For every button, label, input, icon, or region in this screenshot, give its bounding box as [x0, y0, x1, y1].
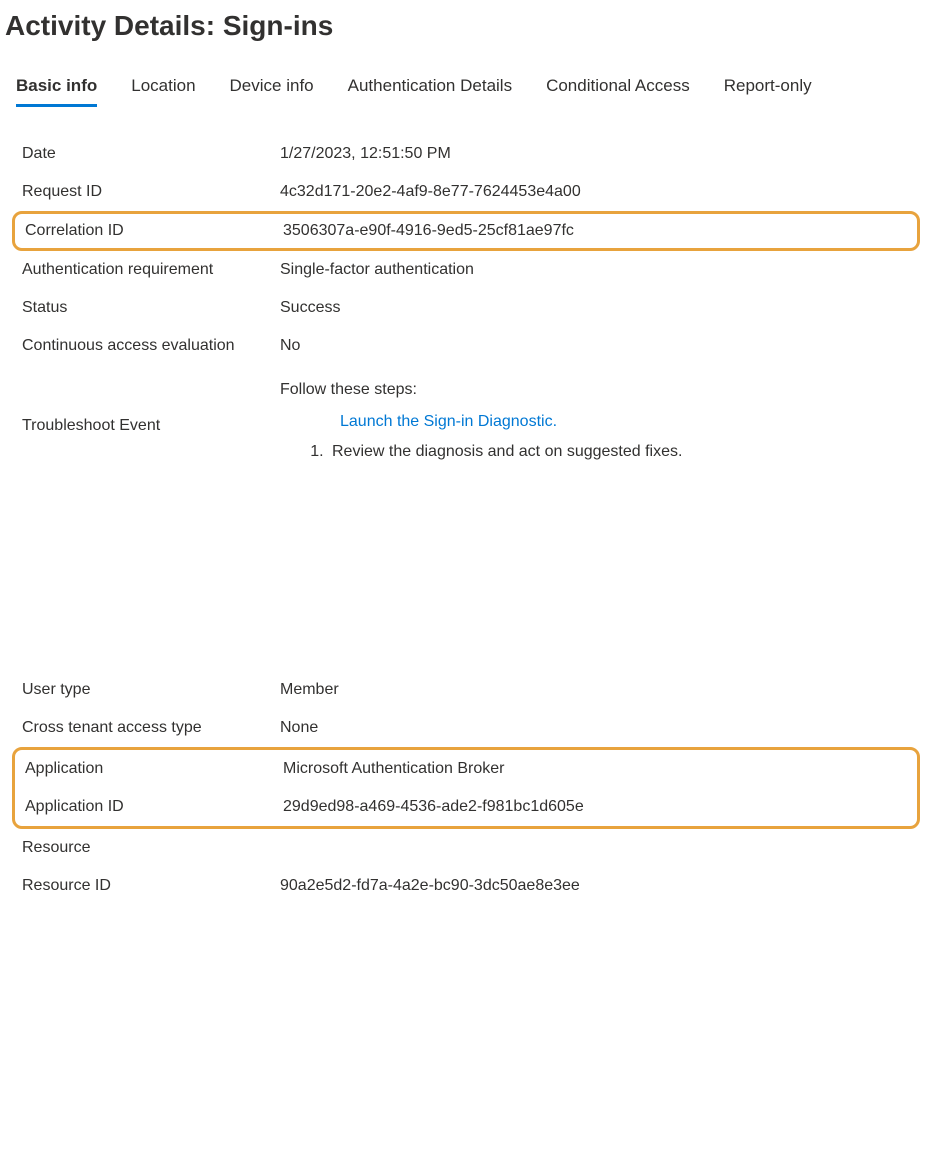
- value-request-id: 4c32d171-20e2-4af9-8e77-7624453e4a00: [280, 183, 581, 201]
- tab-basic-info[interactable]: Basic info: [16, 72, 97, 107]
- label-user-type: User type: [22, 681, 280, 699]
- page-title: Activity Details: Sign-ins: [0, 0, 932, 72]
- value-auth-requirement: Single-factor authentication: [280, 261, 474, 279]
- label-troubleshoot: Troubleshoot Event: [22, 381, 280, 435]
- row-application: Application Microsoft Authentication Bro…: [15, 750, 917, 788]
- row-application-id: Application ID 29d9ed98-a469-4536-ade2-f…: [15, 788, 917, 826]
- row-status: Status Success: [16, 289, 916, 327]
- troubleshoot-step-1: Review the diagnosis and act on suggeste…: [328, 443, 682, 461]
- row-troubleshoot: Troubleshoot Event Follow these steps: L…: [16, 371, 916, 471]
- row-date: Date 1/27/2023, 12:51:50 PM: [16, 135, 916, 173]
- value-correlation-id: 3506307a-e90f-4916-9ed5-25cf81ae97fc: [283, 222, 574, 240]
- troubleshoot-follow-text: Follow these steps:: [280, 381, 682, 399]
- tab-location[interactable]: Location: [131, 72, 195, 107]
- value-application-id: 29d9ed98-a469-4536-ade2-f981bc1d605e: [283, 798, 584, 816]
- row-auth-requirement: Authentication requirement Single-factor…: [16, 251, 916, 289]
- label-application: Application: [25, 760, 283, 778]
- label-request-id: Request ID: [22, 183, 280, 201]
- row-user-type: User type Member: [16, 671, 916, 709]
- label-correlation-id: Correlation ID: [25, 222, 283, 240]
- row-correlation-id: Correlation ID 3506307a-e90f-4916-9ed5-2…: [15, 214, 917, 248]
- value-cross-tenant: None: [280, 719, 318, 737]
- tab-conditional-access[interactable]: Conditional Access: [546, 72, 690, 107]
- value-application: Microsoft Authentication Broker: [283, 760, 504, 778]
- tab-device-info[interactable]: Device info: [230, 72, 314, 107]
- value-user-type: Member: [280, 681, 339, 699]
- label-resource: Resource: [22, 839, 280, 857]
- label-cross-tenant: Cross tenant access type: [22, 719, 280, 737]
- tab-authentication-details[interactable]: Authentication Details: [348, 72, 512, 107]
- row-cae: Continuous access evaluation No: [16, 327, 916, 365]
- highlight-correlation-id: Correlation ID 3506307a-e90f-4916-9ed5-2…: [12, 211, 920, 251]
- tab-report-only[interactable]: Report-only: [724, 72, 812, 107]
- row-cross-tenant: Cross tenant access type None: [16, 709, 916, 747]
- label-status: Status: [22, 299, 280, 317]
- label-date: Date: [22, 145, 280, 163]
- row-request-id: Request ID 4c32d171-20e2-4af9-8e77-76244…: [16, 173, 916, 211]
- highlight-application: Application Microsoft Authentication Bro…: [12, 747, 920, 829]
- value-status: Success: [280, 299, 340, 317]
- label-cae: Continuous access evaluation: [22, 337, 280, 355]
- label-auth-requirement: Authentication requirement: [22, 261, 280, 279]
- basic-info-panel: Date 1/27/2023, 12:51:50 PM Request ID 4…: [0, 135, 932, 905]
- launch-diagnostic-link[interactable]: Launch the Sign-in Diagnostic.: [340, 413, 557, 431]
- row-resource-id: Resource ID 90a2e5d2-fd7a-4a2e-bc90-3dc5…: [16, 867, 916, 905]
- value-date: 1/27/2023, 12:51:50 PM: [280, 145, 451, 163]
- row-resource: Resource: [16, 829, 916, 867]
- troubleshoot-content: Follow these steps: Launch the Sign-in D…: [280, 381, 682, 461]
- value-cae: No: [280, 337, 300, 355]
- label-application-id: Application ID: [25, 798, 283, 816]
- label-resource-id: Resource ID: [22, 877, 280, 895]
- value-resource-id: 90a2e5d2-fd7a-4a2e-bc90-3dc50ae8e3ee: [280, 877, 580, 895]
- tab-bar: Basic info Location Device info Authenti…: [0, 72, 932, 107]
